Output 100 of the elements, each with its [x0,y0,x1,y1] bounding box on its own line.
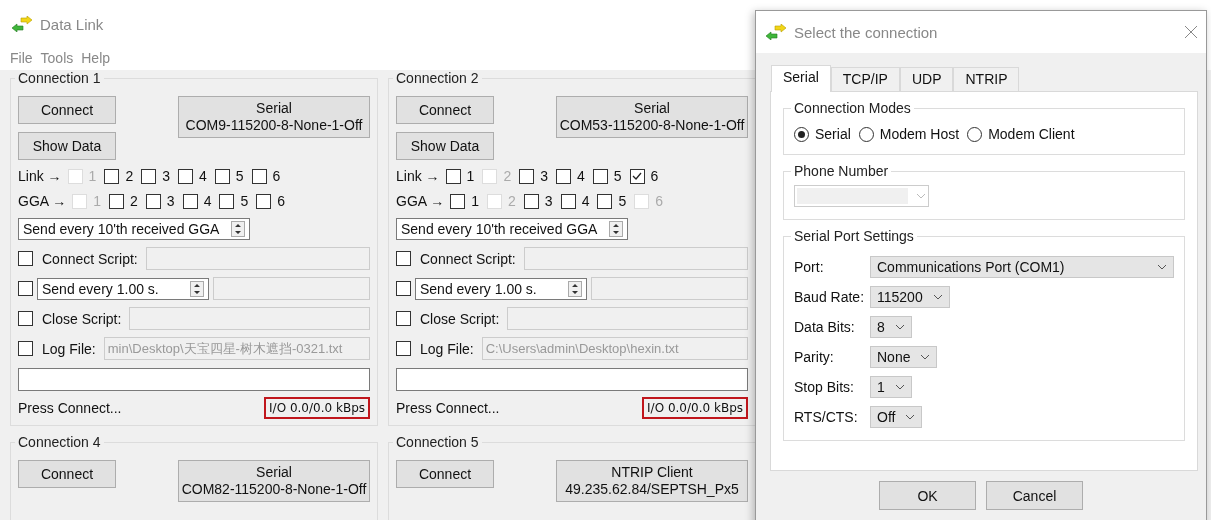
show-data-button[interactable]: Show Data [396,132,494,160]
checkbox[interactable] [396,311,411,326]
checkbox[interactable] [18,311,33,326]
spin-arrows-icon[interactable] [568,280,582,297]
chevron-down-icon [894,324,905,330]
checkbox[interactable] [256,193,272,209]
app-icon [12,16,32,32]
send-interval-spinner[interactable]: Send every 1.00 s. [415,277,587,300]
send-interval-spinner[interactable]: Send every 1.00 s. [37,277,209,300]
checkbox[interactable] [18,251,33,266]
group-title: Connection 4 [17,434,102,450]
send-text-field[interactable] [213,277,370,300]
field-label: Baud Rate: [794,289,866,305]
menu-item[interactable]: Tools [40,50,74,66]
checkbox[interactable] [141,168,157,184]
checkbox[interactable] [450,193,466,209]
checkbox[interactable] [523,193,539,209]
field-label: Connect Script: [42,250,138,267]
connection-type-button[interactable]: Serial COM9-115200-8-None-1-Off [178,96,370,138]
gga-rate-spinner[interactable]: Send every 10'th received GGA [18,218,250,240]
checkbox[interactable] [519,168,535,184]
radio-option[interactable]: Modem Client [967,126,1075,142]
command-input[interactable] [396,368,748,391]
checkbox-label: 2 [130,193,138,209]
group-title: Phone Number [793,163,890,179]
checkbox[interactable] [18,281,33,296]
menu-item[interactable]: Help [81,50,111,66]
checkbox[interactable] [560,193,576,209]
spin-arrows-icon[interactable] [609,221,623,237]
field-label: Stop Bits: [794,379,855,395]
chevron-down-icon [932,294,943,300]
menu-item[interactable]: File [10,50,33,66]
checkbox[interactable] [182,193,198,209]
dropdown[interactable]: 115200 [870,286,950,308]
close-icon[interactable] [1184,25,1198,39]
script-field[interactable] [523,247,748,270]
group-title: Serial Port Settings [793,228,915,244]
dropdown[interactable]: 8 [870,316,912,338]
dialog-button[interactable]: Cancel [986,481,1083,510]
connect-button[interactable]: Connect [396,96,494,124]
script-field[interactable] [129,307,370,330]
tab[interactable]: Serial [771,65,831,92]
script-field[interactable] [145,247,370,270]
checkbox-label: 1 [471,193,480,209]
group-title: Connection 2 [395,70,480,86]
checkbox[interactable] [18,341,33,356]
send-text-field[interactable] [591,277,748,300]
chevron-down-icon [905,414,916,420]
checkbox[interactable] [555,168,571,184]
checkbox[interactable] [214,168,230,184]
connect-button[interactable]: Connect [396,460,494,488]
checkbox[interactable] [109,193,125,209]
field-label: RTS/CTS: [794,409,859,425]
tab[interactable]: TCP/IP [830,67,900,91]
checkbox-label: 1 [466,168,475,184]
checkbox-label: 6 [650,168,659,184]
connection-type-button[interactable]: NTRIP Client 49.235.62.84/SEPTSH_Px5 [556,460,748,502]
checkbox[interactable] [597,193,613,209]
command-input[interactable] [18,368,370,391]
gga-rate-spinner[interactable]: Send every 10'th received GGA [396,218,628,240]
checkbox[interactable] [592,168,608,184]
checkbox-label: 4 [576,168,585,184]
radio-option[interactable]: Serial [794,126,851,142]
checkbox[interactable] [145,193,161,209]
spin-arrows-icon[interactable] [190,280,204,297]
checkbox-label: 3 [162,168,170,184]
checkbox[interactable] [177,168,193,184]
tab[interactable]: NTRIP [953,67,1020,91]
chevron-down-icon [1157,264,1167,270]
checkbox[interactable] [445,168,461,184]
dropdown[interactable]: Off [870,406,923,428]
checkbox[interactable] [629,168,645,184]
spin-arrows-icon[interactable] [231,221,245,237]
script-field[interactable] [507,307,748,330]
checkbox[interactable] [104,168,120,184]
checkbox-label: 5 [235,168,244,184]
connect-button[interactable]: Connect [18,96,116,124]
field-label: Data Bits: [794,319,856,335]
checkbox[interactable] [396,251,411,266]
checkbox-label: 2 [503,168,512,184]
checkbox-label: 1 [93,193,102,209]
dialog-button[interactable]: OK [879,481,976,510]
io-rate-indicator: I/O 0.0/0.0 kBps [642,397,748,419]
field-label: Log File: [42,340,96,357]
connect-button[interactable]: Connect [18,460,116,488]
dropdown[interactable]: Communications Port (COM1) [870,256,1174,278]
checkbox[interactable] [396,281,411,296]
connection-type-button[interactable]: Serial COM82-115200-8-None-1-Off [178,460,370,502]
show-data-button[interactable]: Show Data [18,132,116,160]
checkbox[interactable] [251,168,267,184]
dropdown[interactable]: None [870,346,938,368]
checkbox[interactable] [219,193,235,209]
status-text: Press Connect... [396,400,500,416]
connection-type-button[interactable]: Serial COM53-115200-8-None-1-Off [556,96,748,138]
dropdown[interactable]: 1 [870,376,912,398]
checkbox[interactable] [396,341,411,356]
tab[interactable]: UDP [899,67,954,91]
radio-option[interactable]: Modem Host [858,126,960,142]
checkbox-label: 2 [508,193,516,209]
field-label: Close Script: [420,310,500,327]
